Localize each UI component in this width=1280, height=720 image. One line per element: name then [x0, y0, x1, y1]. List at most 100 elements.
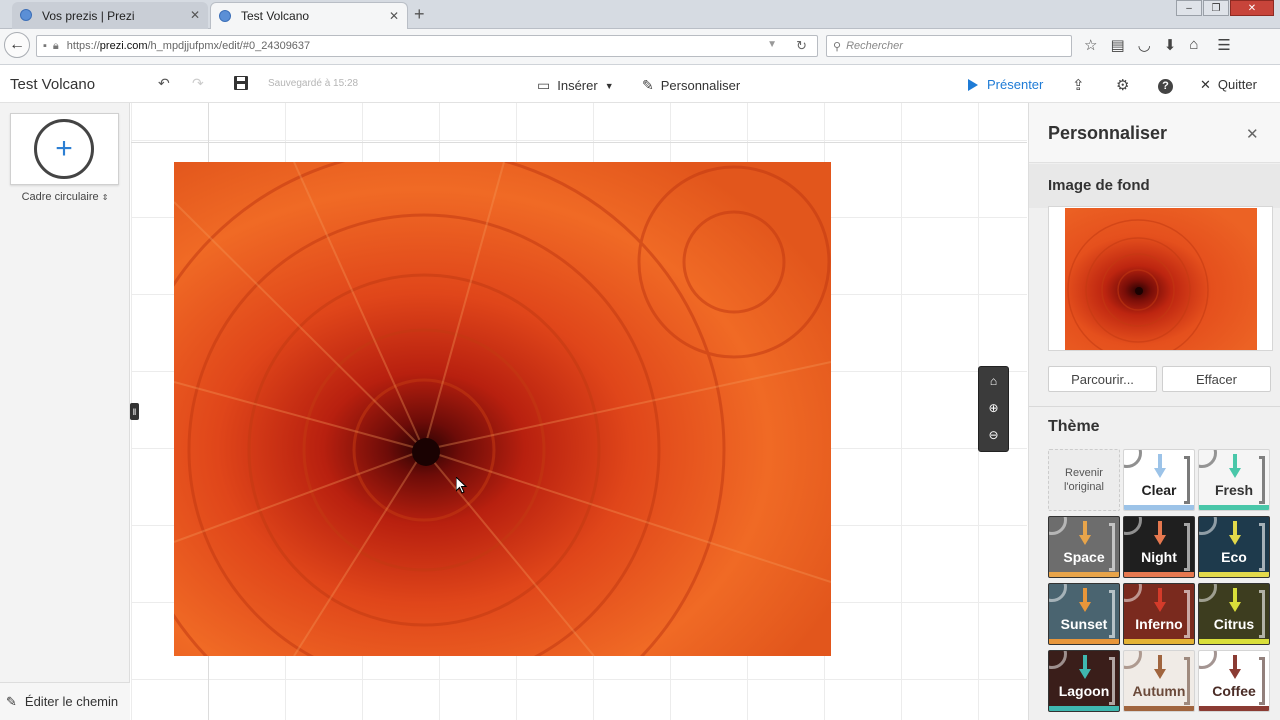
theme-arrow-icon [1154, 454, 1166, 478]
save-icon[interactable] [234, 76, 248, 93]
edit-path-button[interactable]: ✎ Éditer le chemin [0, 682, 130, 720]
theme-inferno[interactable]: Inferno [1123, 583, 1195, 645]
maximize-icon[interactable]: ❐ [1203, 0, 1229, 16]
revert-theme-button[interactable]: Revenir l'original [1048, 449, 1120, 511]
theme-color-stripe [1124, 706, 1194, 711]
panel-title: Personnaliser [1048, 123, 1168, 143]
quit-button[interactable]: ✕ Quitter [1200, 77, 1257, 93]
insert-menu[interactable]: ▭ Insérer ▼ [537, 77, 614, 94]
menu-icon[interactable]: ☰ [1217, 36, 1230, 54]
theme-arrow-icon [1154, 521, 1166, 545]
reload-icon[interactable]: ↻ [796, 38, 807, 54]
search-input[interactable]: ⚲ Rechercher [826, 35, 1072, 57]
tab-vos-prezis[interactable]: Vos prezis | Prezi ✕ [12, 2, 208, 29]
chevron-down-icon[interactable]: ▼ [767, 39, 777, 50]
plus-icon: + [34, 119, 94, 179]
theme-color-stripe [1049, 639, 1119, 644]
theme-arc-decoration [1049, 584, 1067, 602]
theme-fresh[interactable]: Fresh [1198, 449, 1270, 511]
download-icon[interactable]: ⬇ [1164, 36, 1177, 54]
browser-tab-bar: Vos prezis | Prezi ✕ Test Volcano ✕ + – … [0, 0, 1280, 29]
theme-color-stripe [1124, 639, 1194, 644]
theme-color-stripe [1199, 505, 1269, 510]
theme-lagoon[interactable]: Lagoon [1048, 650, 1120, 712]
zoom-out-icon[interactable]: ⊖ [981, 423, 1006, 447]
background-image-flower[interactable] [174, 162, 831, 656]
home-icon[interactable]: ⌂ [981, 369, 1006, 393]
background-thumbnail-image [1065, 208, 1257, 350]
insert-label: Insérer [557, 78, 598, 93]
customize-button[interactable]: ✎ Personnaliser [642, 77, 740, 94]
pocket-icon[interactable]: ◡ [1138, 36, 1151, 54]
background-thumbnail [1048, 206, 1273, 351]
share-icon[interactable]: ⇪ [1072, 76, 1085, 94]
theme-citrus[interactable]: Citrus [1198, 583, 1270, 645]
customize-label: Personnaliser [660, 78, 741, 93]
theme-color-stripe [1124, 572, 1194, 577]
edit-path-label: Éditer le chemin [24, 694, 119, 709]
theme-name: Inferno [1135, 616, 1183, 632]
theme-space[interactable]: Space [1048, 516, 1120, 578]
close-tab-icon[interactable]: ✕ [389, 9, 399, 23]
theme-name: Space [1063, 549, 1105, 565]
tab-test-volcano[interactable]: Test Volcano ✕ [210, 2, 408, 29]
theme-name: Sunset [1060, 616, 1108, 632]
address-bar[interactable]: ▪ 🔒︎ https://prezi.com/h_mpdjjufpmx/edit… [36, 35, 818, 57]
theme-name: Night [1141, 549, 1177, 565]
theme-arc-decoration [1124, 517, 1142, 535]
frame-type-selector[interactable]: Cadre circulaire ⇕ [0, 191, 130, 203]
theme-sunset[interactable]: Sunset [1048, 583, 1120, 645]
theme-color-stripe [1124, 505, 1194, 510]
quit-label: Quitter [1217, 77, 1257, 92]
back-arrow-icon[interactable]: ← [4, 32, 30, 58]
background-section: Image de fond [1029, 164, 1280, 208]
panel-header: Personnaliser ✕ [1029, 103, 1280, 163]
theme-arrow-icon [1229, 655, 1241, 679]
zoom-in-icon[interactable]: ⊕ [981, 396, 1006, 420]
lock-icon: 🔒︎ [52, 39, 59, 52]
reading-list-icon[interactable]: ▤ [1110, 36, 1124, 54]
divider [1029, 406, 1280, 407]
theme-arc-decoration [1199, 517, 1217, 535]
close-window-icon[interactable]: ✕ [1230, 0, 1274, 16]
theme-arrow-icon [1079, 655, 1091, 679]
theme-arrow-icon [1079, 521, 1091, 545]
customize-panel: Personnaliser ✕ Image de fond Parcourir.… [1028, 103, 1280, 720]
site-identity-icon[interactable]: ▪ [43, 40, 47, 52]
theme-color-stripe [1049, 572, 1119, 577]
home-icon[interactable]: ⌂ [1189, 36, 1198, 54]
theme-autumn[interactable]: Autumn [1123, 650, 1195, 712]
undo-icon[interactable]: ↶ [158, 75, 170, 92]
add-frame-button[interactable]: + [10, 113, 119, 185]
close-icon[interactable]: ✕ [1246, 125, 1259, 143]
theme-arc-decoration [1199, 651, 1217, 669]
minimize-icon[interactable]: – [1176, 0, 1202, 16]
theme-clear[interactable]: Clear [1123, 449, 1195, 511]
theme-coffee[interactable]: Coffee [1198, 650, 1270, 712]
section-title: Image de fond [1048, 177, 1150, 194]
present-button[interactable]: Présenter [968, 77, 1043, 92]
frames-sidebar: + Cadre circulaire ⇕ [0, 103, 130, 720]
theme-eco[interactable]: Eco [1198, 516, 1270, 578]
help-icon[interactable]: ? [1158, 76, 1173, 94]
sidebar-collapse-handle[interactable]: ‖ [130, 403, 139, 420]
tab-label: Vos prezis | Prezi [42, 8, 135, 23]
close-tab-icon[interactable]: ✕ [190, 8, 200, 22]
theme-name: Lagoon [1058, 683, 1110, 699]
section-title: Thème [1048, 418, 1100, 435]
theme-arc-decoration [1049, 517, 1067, 535]
new-tab-icon[interactable]: + [414, 4, 425, 25]
prezi-favicon-icon [219, 10, 231, 22]
bookmark-star-icon[interactable]: ☆ [1084, 36, 1097, 54]
prezi-toolbar: Test Volcano ↶ ↷ Sauvegardé à 15:28 ▭ In… [0, 66, 1280, 103]
clear-button[interactable]: Effacer [1162, 366, 1271, 392]
gear-icon[interactable]: ⚙ [1116, 76, 1129, 94]
theme-arrow-icon [1154, 588, 1166, 612]
redo-icon[interactable]: ↷ [192, 75, 204, 92]
theme-arc-decoration [1199, 450, 1217, 468]
presentation-title[interactable]: Test Volcano [10, 76, 95, 93]
theme-name: Fresh [1214, 482, 1254, 498]
theme-night[interactable]: Night [1123, 516, 1195, 578]
saved-status: Sauvegardé à 15:28 [268, 78, 359, 89]
browse-button[interactable]: Parcourir... [1048, 366, 1157, 392]
